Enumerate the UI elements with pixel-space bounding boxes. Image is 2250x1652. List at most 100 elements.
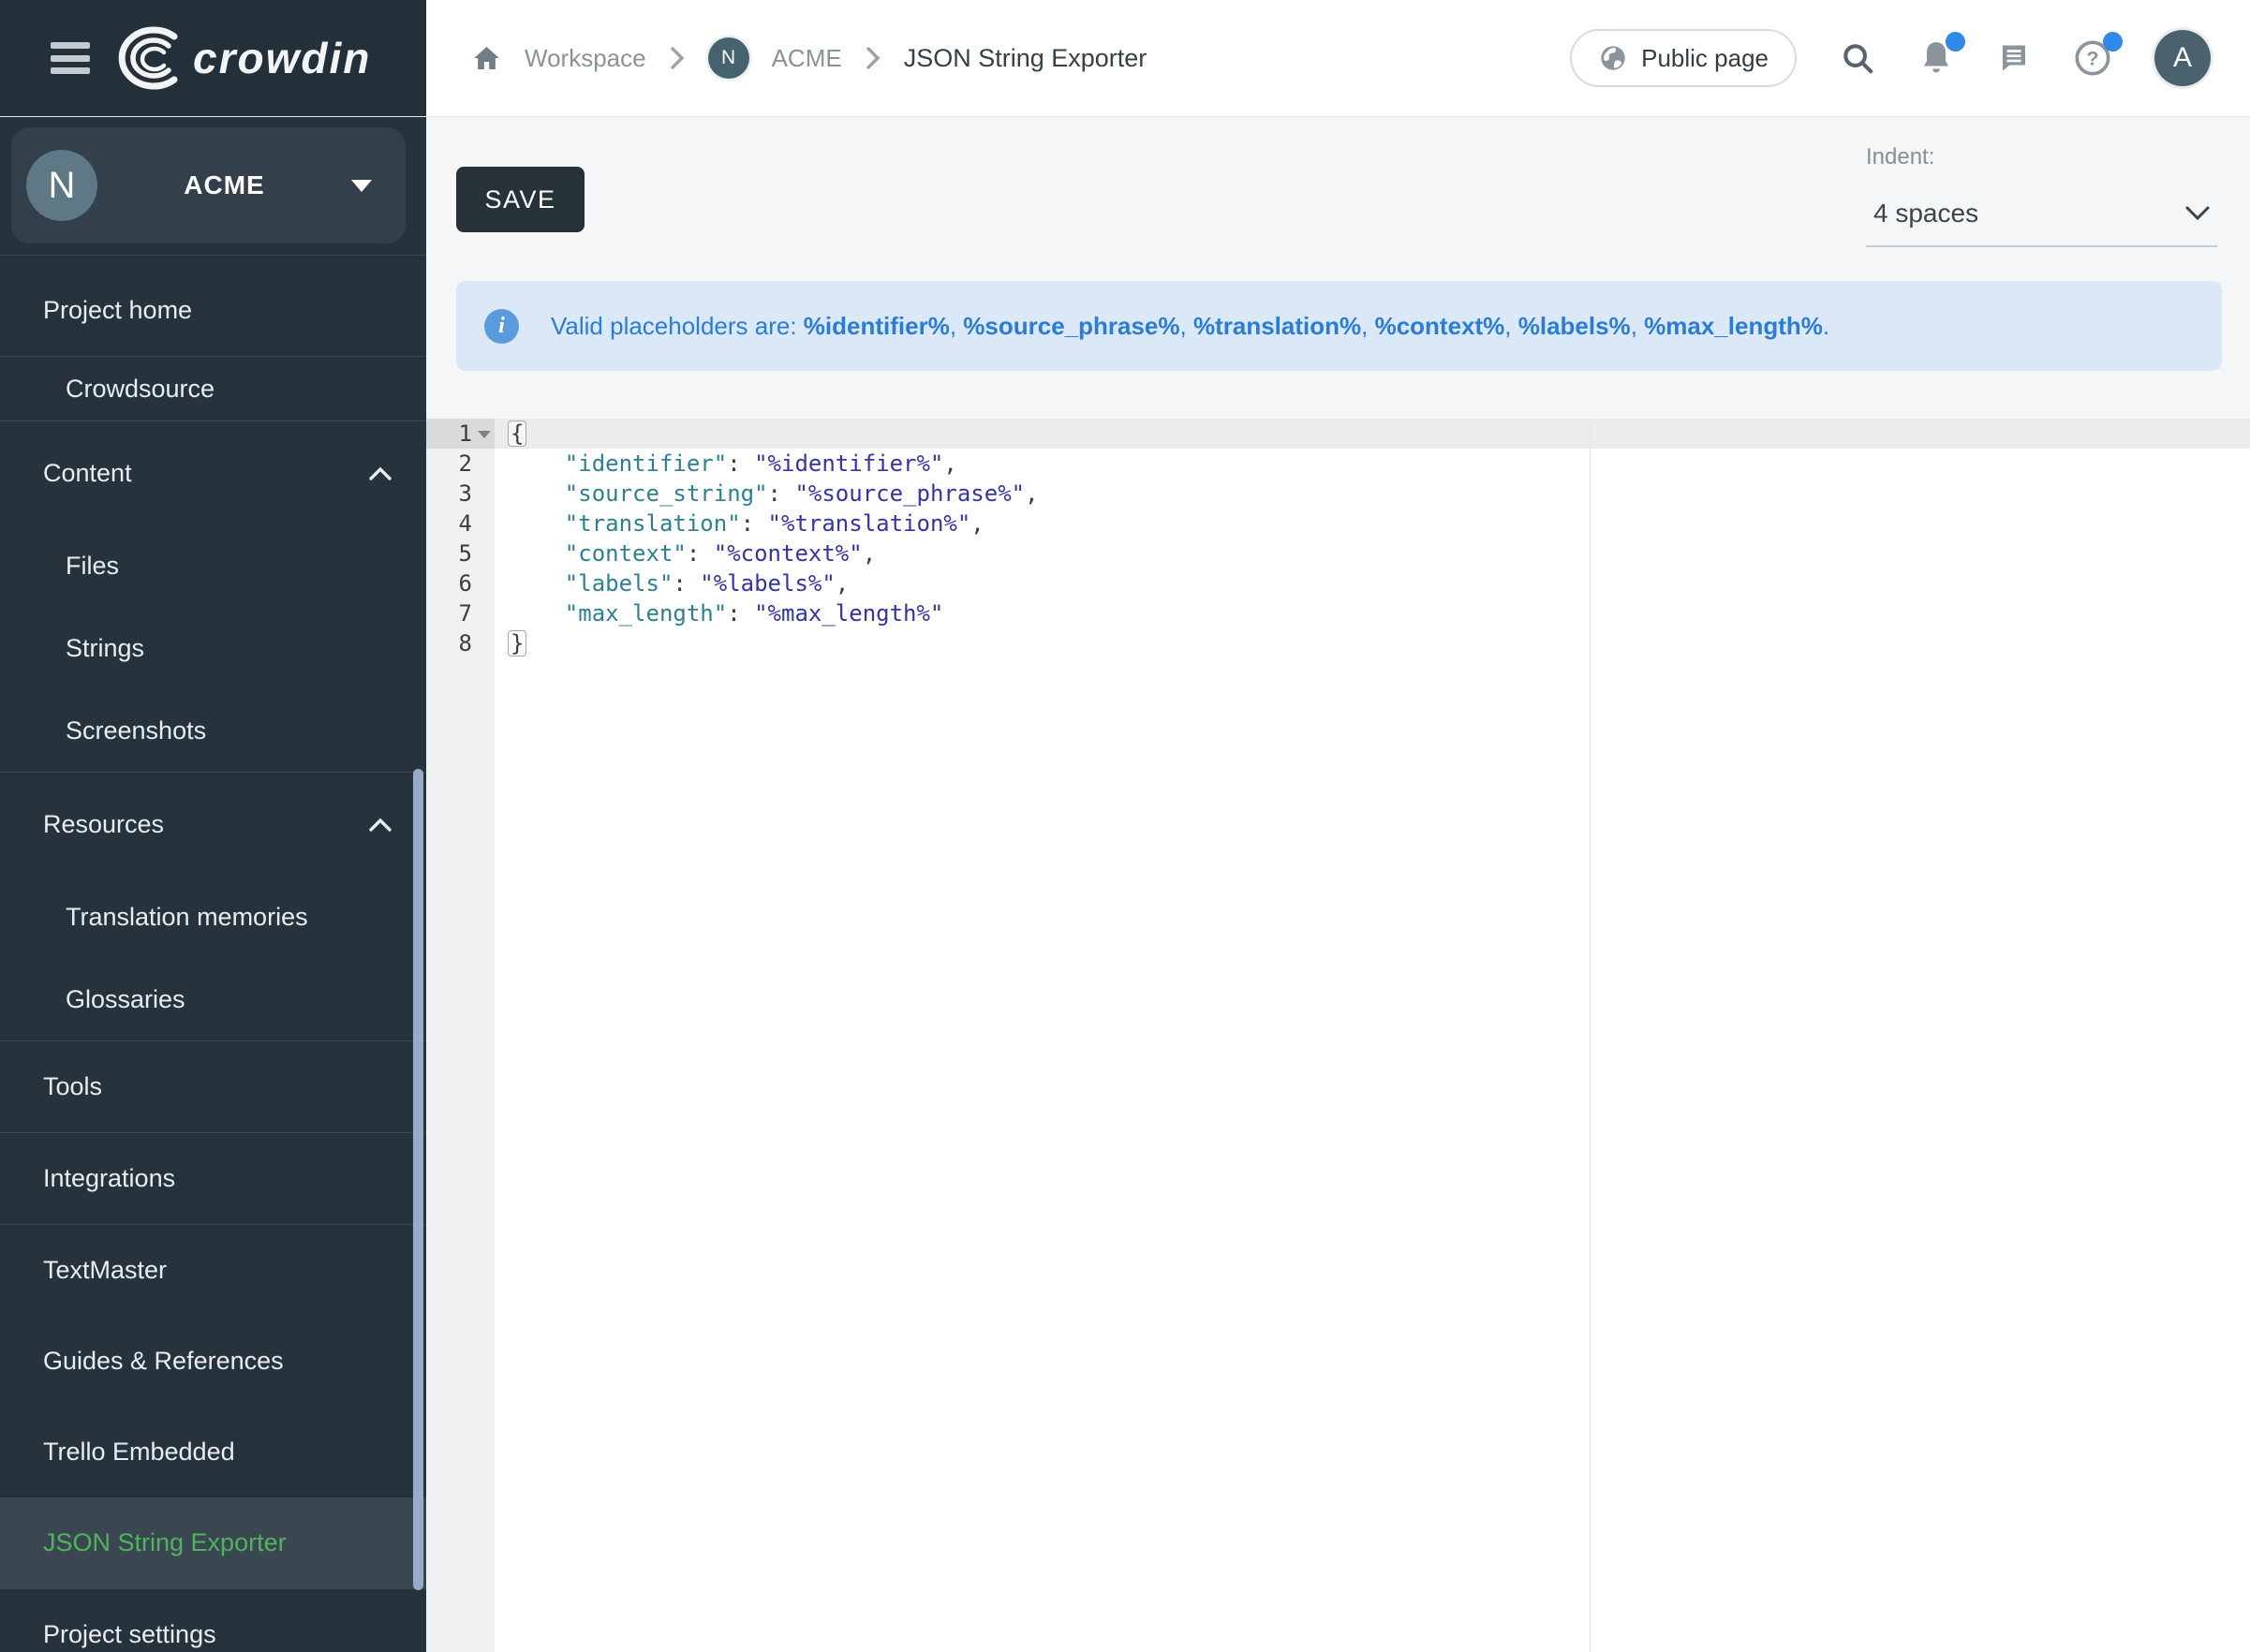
placeholder-token: %context% [1375,312,1505,340]
token-pun: : [687,540,714,567]
notifications-button[interactable] [1918,39,1954,77]
sidebar-item-glossaries[interactable]: Glossaries [0,958,426,1040]
code-line-2[interactable]: "identifier": "%identifier%", [495,449,2250,479]
sidebar-item-label: Integrations [43,1164,175,1193]
sidebar-item-crowdsource[interactable]: Crowdsource [0,357,426,420]
sidebar: N ACME Project home Crowdsource Content Fil… [0,116,426,1652]
breadcrumb-project[interactable]: ACME [772,44,842,73]
sidebar-item-project-home[interactable]: Project home [0,265,426,356]
code-editor[interactable]: 12345678 { "identifier": "%identifier%",… [426,419,2250,1652]
sidebar-item-textmaster[interactable]: TextMaster [0,1225,426,1316]
token-pun: : [741,510,768,537]
code-line-3[interactable]: "source_string": "%source_phrase%", [495,479,2250,509]
sidebar-item-integrations[interactable]: Integrations [0,1133,426,1224]
chevron-right-icon [669,45,686,71]
sidebar-item-json-string-exporter[interactable]: JSON String Exporter [0,1497,426,1588]
code-line-4[interactable]: "translation": "%translation%", [495,509,2250,538]
banner-text-segment: Valid placeholders are: [551,312,804,340]
banner-text-segment: , [950,312,963,340]
sidebar-item-label: Project home [43,296,192,325]
token-brace: { [508,420,526,447]
code-line-5[interactable]: "context": "%context%", [495,538,2250,568]
sidebar-item-screenshots[interactable]: Screenshots [0,689,426,772]
sidebar-item-label: Glossaries [66,985,185,1014]
token-pun: : [673,570,700,597]
token-pun: : [768,480,795,507]
sidebar-item-trello-embedded[interactable]: Trello Embedded [0,1407,426,1497]
token-pun: , [863,540,876,567]
fold-caret-icon[interactable] [478,431,491,438]
sidebar-item-translation-memories[interactable]: Translation memories [0,876,426,958]
banner-text-segment: , [1504,312,1517,340]
help-dot [2103,32,2123,52]
sidebar-item-guides-references[interactable]: Guides & References [0,1316,426,1407]
chevron-up-icon [368,817,392,833]
sidebar-item-content[interactable]: Content [0,421,426,524]
code-line-7[interactable]: "max_length": "%max_length%" [495,598,2250,628]
messages-button[interactable] [1997,41,2031,75]
code-line-6[interactable]: "labels": "%labels%", [495,568,2250,598]
token-key: "source_string" [565,480,768,507]
user-avatar[interactable]: A [2154,30,2211,86]
token-val: "%context%" [714,540,863,567]
crowdin-wordmark: crowdin [193,33,371,83]
hamburger-menu-icon[interactable] [51,42,90,74]
sidebar-item-files[interactable]: Files [0,524,426,607]
gutter-line-number: 4 [426,509,495,538]
token-pun: , [943,450,956,477]
editor-gutter: 12345678 [426,419,495,1652]
header-actions: Public page [1570,0,2211,116]
caret-down-icon [351,180,372,192]
search-button[interactable] [1840,40,1875,76]
token-key: "translation" [565,510,741,537]
help-button[interactable]: ? [2074,39,2111,77]
token-val: "%source_phrase%" [794,480,1025,507]
gutter-line-number: 5 [426,538,495,568]
sidebar-item-tools[interactable]: Tools [0,1041,426,1132]
editor-code-area[interactable]: { "identifier": "%identifier%", "source_… [495,419,2250,658]
sidebar-divider [0,255,426,256]
token-key: "identifier" [565,450,727,477]
public-page-button[interactable]: Public page [1570,29,1797,87]
indent-select[interactable]: 4 spaces [1866,193,2217,247]
save-button[interactable]: SAVE [456,167,585,232]
sidebar-item-label: Project settings [43,1620,216,1649]
project-name: ACME [97,170,351,200]
token-pun: : [727,600,754,627]
indent-label: Indent: [1866,144,2217,170]
sidebar-item-label: Crowdsource [66,375,215,404]
sidebar-item-project-settings[interactable]: Project settings [0,1589,426,1652]
sidebar-item-label: Tools [43,1072,102,1101]
sidebar-item-resources[interactable]: Resources [0,773,426,876]
code-line-1[interactable]: { [495,419,2250,449]
token-pun [511,510,565,537]
notification-dot [1946,32,1965,52]
chevron-down-icon [2183,204,2212,223]
crowdin-logo[interactable]: crowdin [114,25,371,91]
project-selector[interactable]: N ACME [11,127,406,243]
chevron-right-icon [865,45,881,71]
gutter-line-number: 8 [426,628,495,658]
sidebar-item-label: Trello Embedded [43,1438,235,1467]
chat-icon [1997,41,2031,75]
placeholder-token: %labels% [1518,312,1631,340]
token-pun: , [836,570,849,597]
code-line-8[interactable]: } [495,628,2250,658]
token-val: "%translation%" [768,510,971,537]
indent-value: 4 spaces [1873,199,1978,229]
crowdin-swirl-icon [114,25,184,91]
placeholder-token: %identifier% [804,312,950,340]
sidebar-item-label: Resources [43,810,164,839]
breadcrumb-project-avatar[interactable]: N [708,37,749,79]
sidebar-item-strings[interactable]: Strings [0,607,426,689]
svg-text:?: ? [2086,47,2098,70]
sidebar-nav: Project home Crowdsource Content Files Strin… [0,265,426,1652]
sidebar-item-label: Files [66,552,119,581]
breadcrumb: Workspace N ACME JSON String Exporter [471,0,1147,116]
chevron-up-icon [368,465,392,481]
token-pun: , [970,510,984,537]
home-icon[interactable] [471,43,502,73]
sidebar-scrollbar-thumb[interactable] [413,769,423,1590]
breadcrumb-workspace[interactable]: Workspace [525,44,646,73]
sidebar-item-label: Translation memories [66,903,308,932]
